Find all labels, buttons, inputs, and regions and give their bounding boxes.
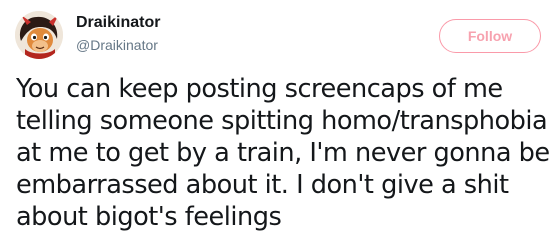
- tweet-text-line: embarrassed about it. I don't give a shi…: [16, 170, 509, 200]
- tweet-text-line: about bigot's feelings: [16, 202, 282, 232]
- tweet-card: Draikinator @Draikinator Follow You can …: [0, 0, 553, 240]
- tweet-text-line: at me to get by a train, I'm never gonna…: [16, 138, 550, 168]
- cartoon-dragon-avatar-icon: [15, 11, 63, 59]
- tweet-text-line: You can keep posting screencaps of me: [16, 74, 503, 104]
- user-handle[interactable]: @Draikinator: [76, 37, 158, 53]
- display-name[interactable]: Draikinator: [76, 14, 160, 32]
- follow-button[interactable]: Follow: [439, 19, 541, 53]
- avatar[interactable]: [15, 11, 63, 59]
- tweet-text-line: telling someone spitting homo/transphobi…: [16, 106, 548, 136]
- tweet-text: You can keep posting screencaps of me te…: [16, 73, 550, 233]
